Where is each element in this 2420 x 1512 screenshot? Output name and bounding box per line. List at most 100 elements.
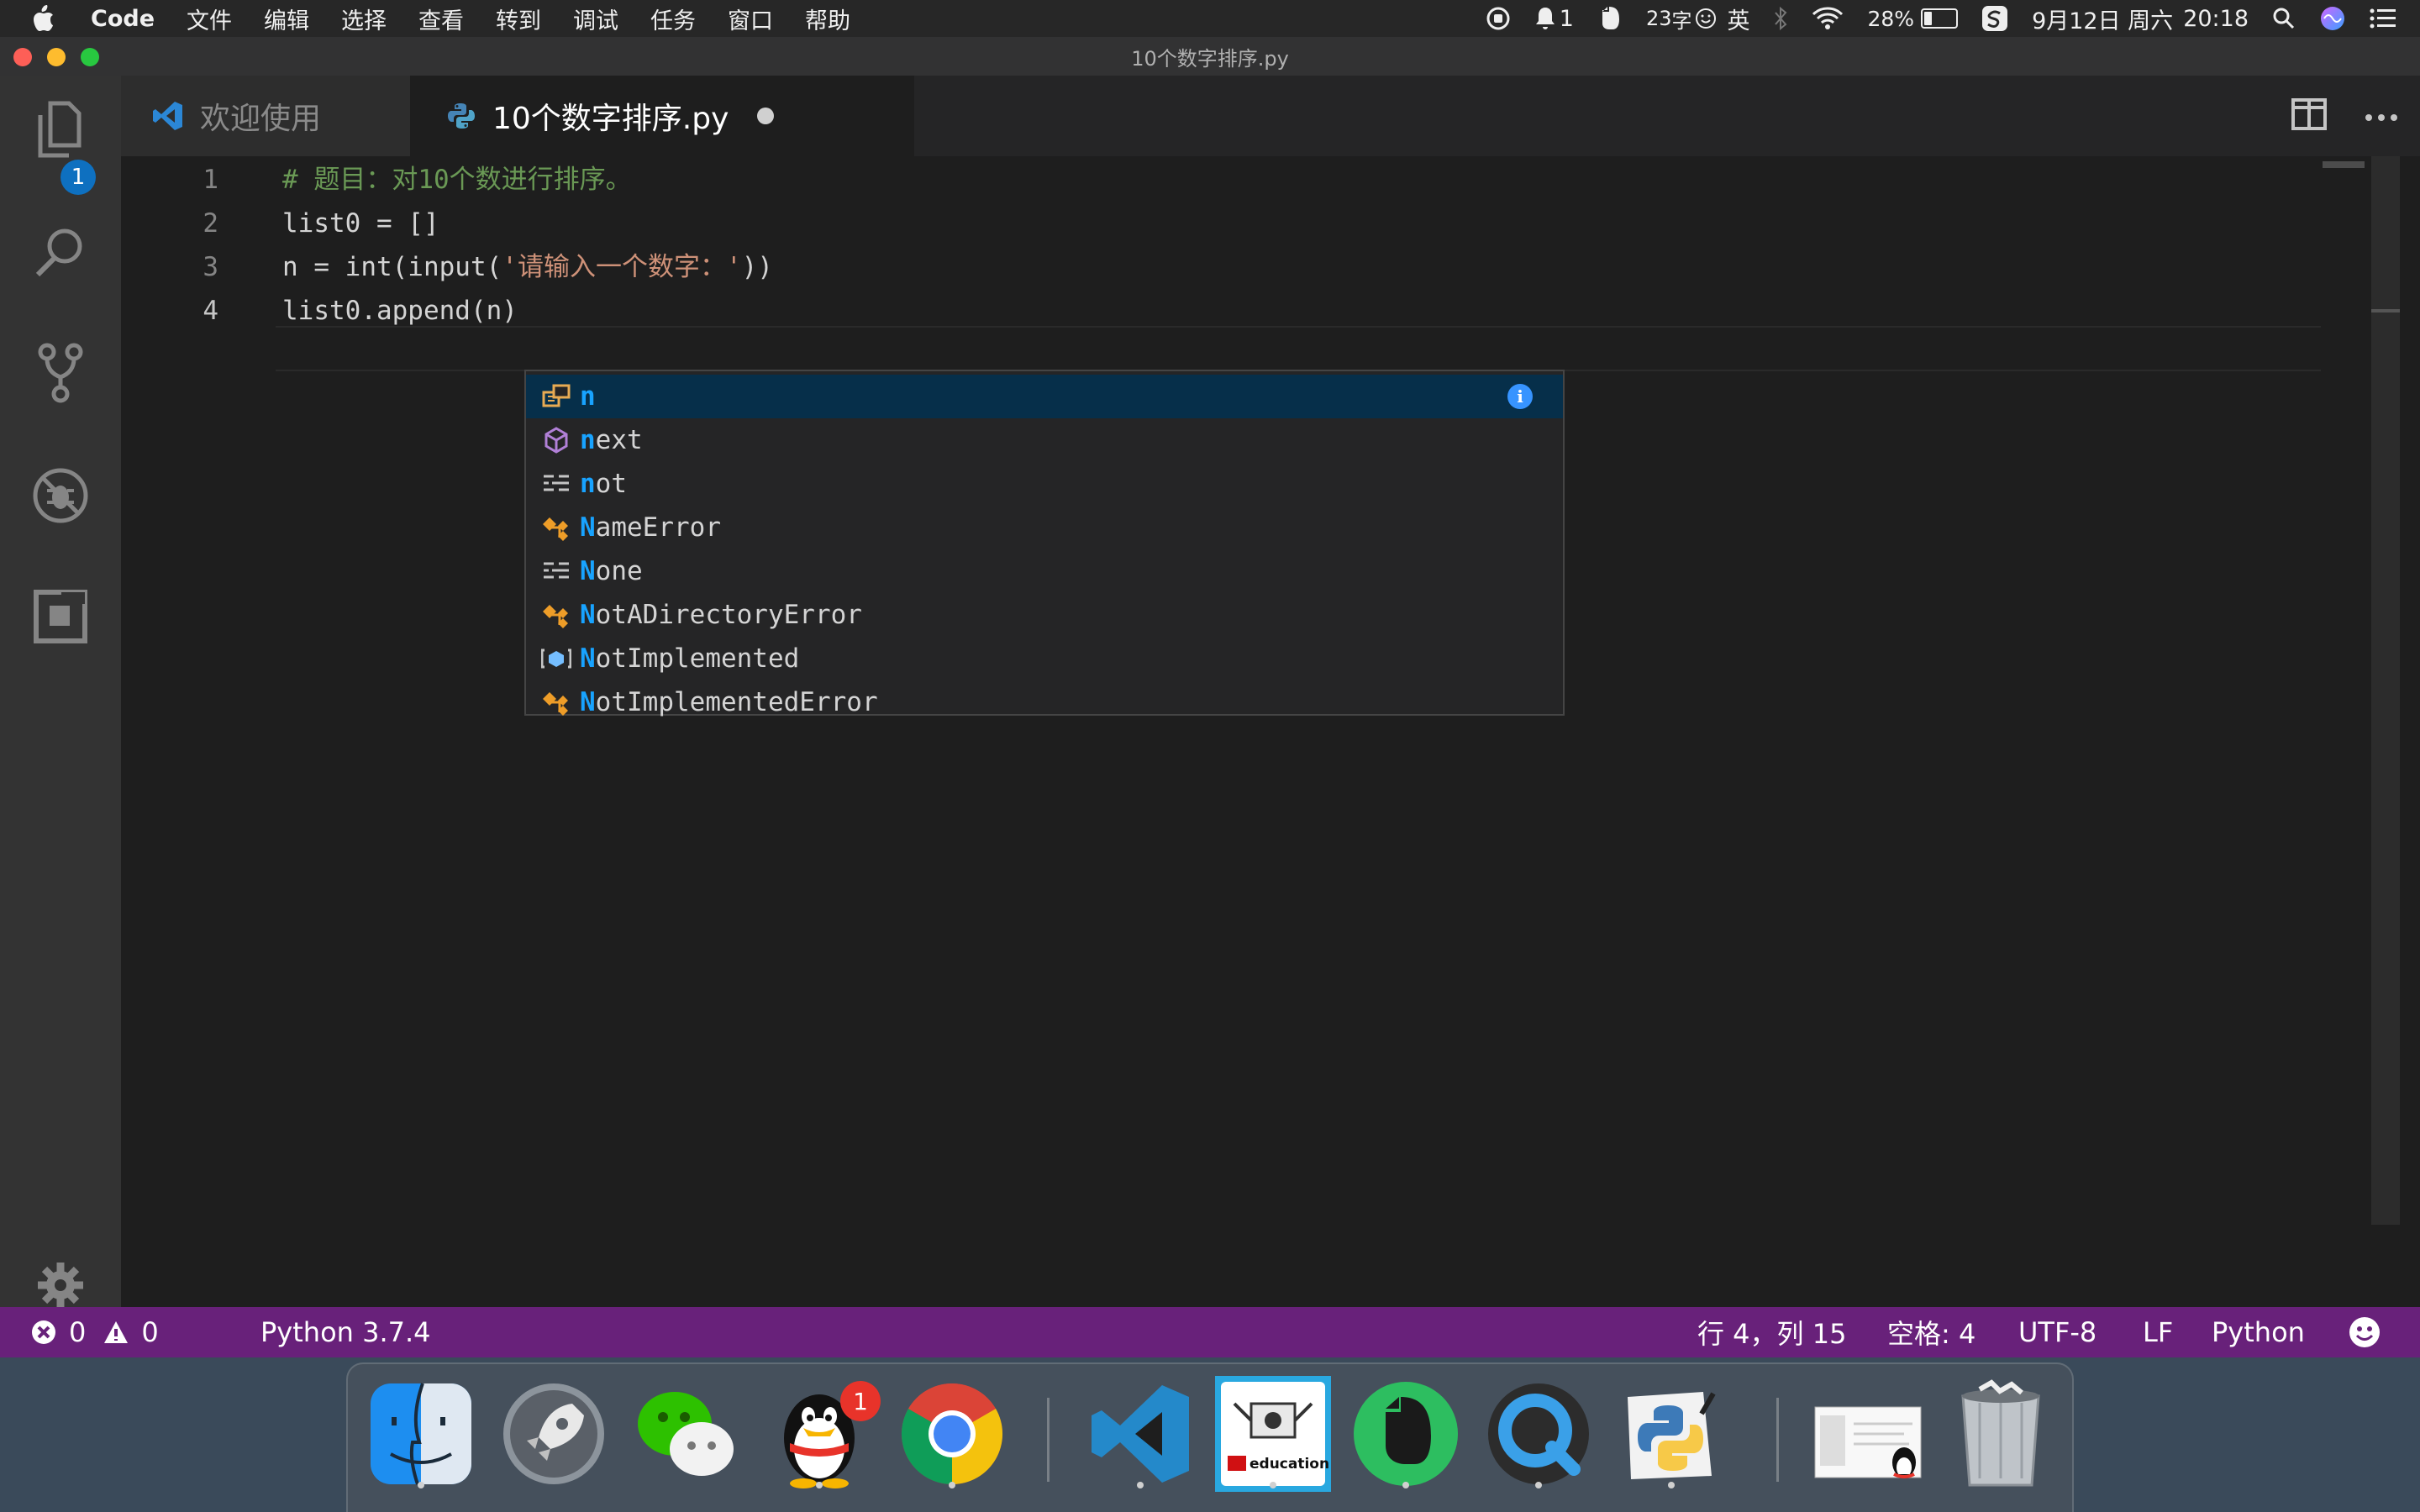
close-window-button[interactable] — [13, 48, 32, 66]
battery-percent: 28% — [1867, 6, 1915, 31]
screen-record-icon[interactable] — [1486, 6, 1511, 31]
tab-file[interactable]: 10个数字排序.py — [410, 76, 914, 156]
downloads-stack-icon[interactable] — [1810, 1376, 1926, 1492]
suggest-widget: n i next not NameError None NotADirectoryError… — [524, 370, 1565, 717]
notification-status[interactable]: 1 — [1534, 6, 1574, 32]
menu-app-name[interactable]: Code — [91, 6, 155, 32]
battery-status[interactable]: 28% — [1867, 6, 1959, 31]
python-file-icon — [448, 103, 475, 129]
python-launcher-app-icon[interactable] — [1613, 1376, 1729, 1492]
minimap[interactable] — [2323, 161, 2365, 168]
input-method-status[interactable]: 23 字 英 — [1646, 3, 1750, 35]
warning-icon — [104, 1321, 129, 1343]
tab-welcome[interactable]: 欢迎使用 — [121, 76, 410, 156]
extensions-icon[interactable] — [27, 583, 94, 650]
code-line-4[interactable]: list0.append(n) — [282, 289, 518, 333]
evernote-app-icon[interactable] — [1348, 1376, 1464, 1492]
code-line-2[interactable]: list0 = [] — [282, 202, 439, 245]
editor-tab-bar: 欢迎使用 10个数字排序.py — [121, 76, 2420, 156]
launchpad-app-icon[interactable] — [496, 1376, 612, 1492]
menu-tasks[interactable]: 任务 — [650, 3, 696, 35]
info-icon[interactable]: i — [1507, 384, 1533, 409]
wifi-icon[interactable] — [1812, 7, 1844, 30]
suggestion-item[interactable]: not — [526, 462, 1563, 506]
qq-app-icon[interactable]: 1 — [761, 1376, 881, 1492]
menu-go[interactable]: 转到 — [496, 3, 541, 35]
variable-icon — [534, 380, 578, 413]
python-interpreter-status[interactable]: Python 3.7.4 — [260, 1307, 431, 1357]
editor-scrollbar[interactable] — [2371, 156, 2400, 1225]
suggestion-match: n — [580, 469, 596, 499]
eol-status[interactable]: LF — [2143, 1307, 2173, 1357]
code-editor[interactable]: 1 2 3 4 # 题目：对10个数进行排序。 list0 = [] n = i… — [121, 156, 2400, 1344]
menu-edit[interactable]: 编辑 — [264, 3, 309, 35]
more-actions-icon[interactable] — [2365, 109, 2398, 125]
code-line-1[interactable]: # 题目：对10个数进行排序。 — [282, 158, 632, 202]
scrollbar-thumb[interactable] — [2371, 309, 2400, 312]
suggestion-item[interactable]: None — [526, 549, 1563, 593]
quicktime-app-icon[interactable] — [1481, 1376, 1597, 1492]
minimize-window-button[interactable] — [47, 48, 66, 66]
window-title: 10个数字排序.py — [1131, 46, 1289, 71]
unsaved-dot-icon[interactable] — [757, 108, 775, 124]
error-icon — [32, 1320, 55, 1344]
suggestion-item[interactable]: NotADirectoryError — [526, 593, 1563, 637]
problems-status[interactable]: 0 0 — [30, 1307, 159, 1357]
keyword-icon — [534, 467, 578, 501]
suggestion-rest: ameError — [595, 512, 721, 543]
spotlight-search-icon[interactable] — [2272, 7, 2296, 30]
indentation-status[interactable]: 空格: 4 — [1887, 1307, 1975, 1357]
vscode-app-icon[interactable] — [1082, 1376, 1198, 1492]
menu-file[interactable]: 文件 — [187, 3, 232, 35]
suggestion-rest: one — [595, 556, 643, 586]
trash-icon[interactable] — [1943, 1376, 2059, 1492]
suggestion-label: None — [580, 556, 643, 586]
debug-icon[interactable] — [27, 462, 94, 529]
zoom-window-button[interactable] — [81, 48, 99, 66]
menu-window[interactable]: 窗口 — [728, 3, 773, 35]
wechat-app-icon[interactable] — [629, 1376, 744, 1492]
apple-menu-icon[interactable] — [30, 4, 64, 33]
sogou-input-icon[interactable] — [1981, 5, 2008, 32]
module-icon — [534, 423, 578, 457]
menu-debug[interactable]: 调试 — [573, 3, 618, 35]
feedback-smiley-icon[interactable] — [2348, 1307, 2381, 1357]
menu-help[interactable]: 帮助 — [805, 3, 850, 35]
bluetooth-icon[interactable] — [1773, 6, 1788, 31]
siri-icon[interactable] — [2319, 5, 2346, 32]
window-titlebar[interactable]: 10个数字排序.py — [0, 37, 2420, 76]
suggestion-item[interactable]: NameError — [526, 506, 1563, 549]
suggestion-label: NotImplemented — [580, 643, 799, 674]
menu-selection[interactable]: 选择 — [341, 3, 387, 35]
suggestion-item[interactable]: ni — [526, 375, 1563, 418]
class-icon — [534, 685, 578, 719]
notification-center-icon[interactable] — [2370, 8, 2396, 29]
notification-count: 1 — [1559, 5, 1574, 32]
lego-education-label: education — [1249, 1456, 1328, 1473]
cursor-position-status[interactable]: 行 4，列 15 — [1697, 1307, 1846, 1357]
clock[interactable]: 9月12日 周六 20:18 — [2032, 3, 2249, 35]
chrome-app-icon[interactable] — [894, 1376, 1010, 1492]
code-line-3[interactable]: n = int(input('请输入一个数字：')) — [282, 245, 773, 289]
suggestion-item[interactable]: next — [526, 418, 1563, 462]
suggestion-rest: otImplemented — [595, 643, 800, 674]
warning-count: 0 — [141, 1316, 159, 1348]
suggestion-item[interactable]: NotImplementedError — [526, 680, 1563, 724]
menu-view[interactable]: 查看 — [418, 3, 464, 35]
suggestion-item[interactable]: NotImplemented — [526, 637, 1563, 680]
source-control-icon[interactable] — [27, 339, 94, 407]
language-mode-status[interactable]: Python — [2212, 1307, 2305, 1357]
suggestion-rest: ot — [595, 469, 627, 499]
encoding-status[interactable]: UTF-8 — [2018, 1307, 2096, 1357]
split-editor-icon[interactable] — [2291, 97, 2328, 134]
status-bar: 0 0 Python 3.7.4 行 4，列 15 空格: 4 UTF-8 LF… — [0, 1307, 2420, 1357]
suggestion-rest: ext — [595, 425, 643, 455]
smiley-icon — [1696, 8, 1717, 29]
lego-education-app-icon[interactable]: education — [1215, 1376, 1331, 1492]
class-icon — [534, 511, 578, 544]
running-indicator — [418, 1482, 424, 1488]
finder-app-icon[interactable] — [363, 1376, 479, 1492]
evernote-helper-icon[interactable] — [1597, 5, 1623, 32]
search-icon[interactable] — [27, 218, 94, 286]
explorer-icon[interactable] — [27, 96, 94, 163]
